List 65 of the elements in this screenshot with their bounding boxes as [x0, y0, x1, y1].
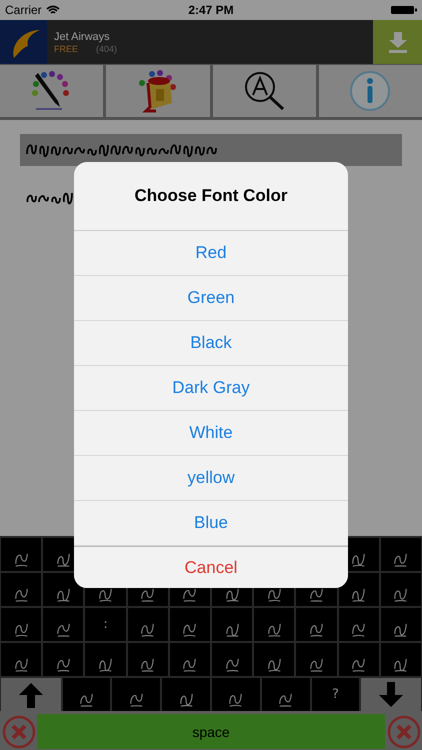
glyph-icon — [56, 658, 70, 672]
glyph-icon — [394, 658, 408, 672]
paint-bucket-button[interactable] — [106, 65, 210, 117]
up-arrow-icon — [16, 680, 45, 708]
cancel-button[interactable]: Cancel — [74, 546, 348, 588]
glyph-icon — [14, 588, 28, 602]
shift-up-key[interactable] — [1, 678, 61, 711]
glyph-icon — [14, 623, 28, 637]
ad-price: FREE — [54, 44, 78, 54]
close-icon — [2, 714, 36, 748]
glyph-icon — [56, 553, 70, 567]
key[interactable]: ? — [312, 678, 360, 711]
glyph-icon — [394, 588, 408, 602]
font-search-icon — [242, 69, 286, 113]
wifi-icon — [46, 5, 60, 15]
glyph-icon — [99, 658, 112, 672]
glyph-icon — [394, 623, 408, 637]
clock-label: 2:47 PM — [187, 3, 235, 17]
down-arrow-icon — [377, 680, 406, 708]
glyph-icon — [226, 623, 239, 637]
glyph-icon — [183, 658, 196, 672]
glyph-icon — [352, 658, 366, 672]
download-icon — [386, 31, 408, 53]
battery-icon — [391, 5, 417, 15]
glyph-icon — [268, 623, 281, 637]
glyph-icon — [130, 693, 143, 707]
space-bar[interactable]: space — [37, 714, 385, 749]
glyph-icon — [56, 588, 70, 602]
glyph-icon — [226, 658, 239, 672]
carrier-label: Carrier — [5, 3, 42, 17]
glyph-icon — [310, 658, 324, 672]
key[interactable] — [43, 573, 84, 606]
glyph-icon — [14, 658, 28, 672]
glyph-icon — [56, 623, 70, 637]
glyph-icon — [141, 623, 154, 637]
key[interactable]: : — [85, 608, 126, 641]
glyph-icon — [80, 693, 94, 707]
pencil-button[interactable] — [0, 65, 104, 117]
font-search-button[interactable] — [212, 65, 316, 117]
ad-banner[interactable]: Jet Airways FREE (404) — [0, 20, 422, 64]
glyph-icon — [352, 553, 366, 567]
key[interactable] — [338, 573, 379, 606]
glyph-icon — [352, 588, 366, 602]
glyph-icon — [180, 693, 193, 707]
glyph-icon — [268, 658, 281, 672]
glyph-icon — [99, 588, 112, 602]
glyph-icon — [268, 588, 281, 602]
glyph-icon — [183, 623, 196, 637]
ad-title: Jet Airways — [54, 30, 111, 42]
glyph-icon — [141, 588, 154, 602]
glyph-icon — [394, 553, 408, 567]
glyph-icon — [310, 623, 324, 637]
glyph-icon — [226, 588, 239, 602]
glyph-icon — [310, 588, 324, 602]
glyph-icon — [279, 693, 292, 707]
glyph-icon — [14, 553, 28, 567]
ad-review-count: (404) — [96, 44, 118, 54]
info-icon — [348, 69, 392, 113]
shift-down-key[interactable] — [361, 678, 421, 711]
glyph-icon — [141, 658, 154, 672]
ad-logo-icon — [0, 20, 47, 64]
glyph-icon — [229, 693, 242, 707]
glyph-icon — [352, 623, 366, 637]
close-icon — [386, 714, 420, 748]
glyph-icon — [183, 588, 196, 602]
